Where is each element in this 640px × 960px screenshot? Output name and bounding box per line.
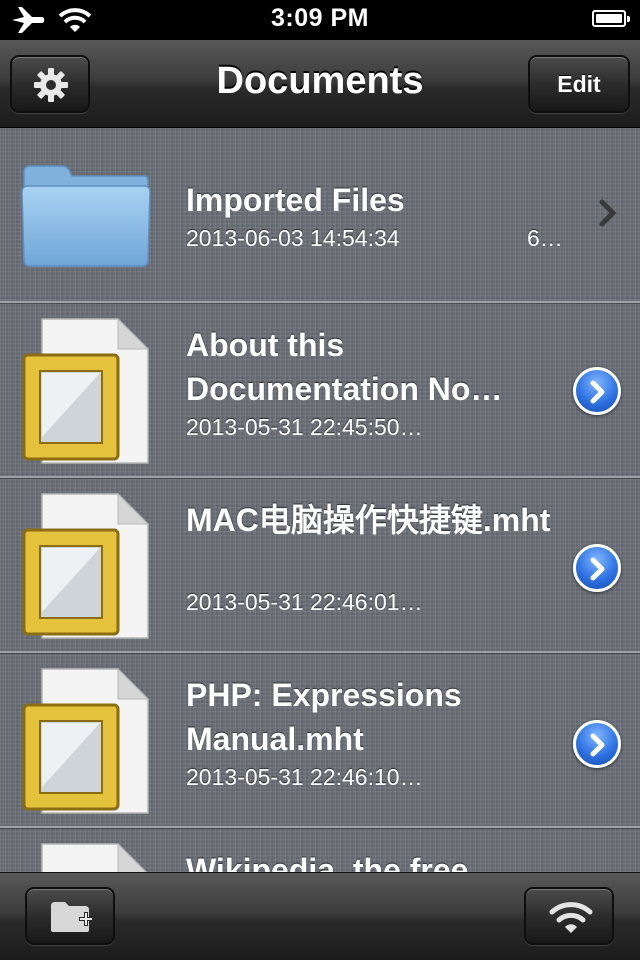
list-item-document[interactable]: PHP: Expressions Manual.mht 2013-05-31 2… — [0, 653, 640, 828]
document-list: Imported Files 2013-06-03 14:54:34 6… Ab… — [0, 128, 640, 872]
folder-icon — [21, 165, 151, 267]
document-image-icon — [22, 317, 150, 464]
navigation-bar: Documents Edit — [0, 40, 640, 128]
wifi-transfer-button[interactable] — [524, 887, 614, 945]
status-bar: 3:09 PM — [0, 0, 640, 40]
item-size: 6… — [527, 225, 563, 251]
item-date: 2013-05-31 22:46:10… — [186, 764, 423, 790]
chevron-right-icon — [590, 380, 605, 404]
list-item-document[interactable]: Wikipedia, the free — [0, 828, 640, 872]
list-item-imported-files[interactable]: Imported Files 2013-06-03 14:54:34 6… — [0, 128, 640, 303]
detail-disclosure-button[interactable] — [573, 367, 621, 415]
detail-disclosure-button[interactable] — [573, 544, 621, 592]
item-title: PHP: Expressions Manual.mht — [186, 677, 462, 757]
list-item-document[interactable]: About this Documentation No… 2013-05-31 … — [0, 303, 640, 478]
chevron-right-icon — [599, 199, 617, 227]
chevron-right-icon — [590, 557, 605, 581]
bottom-toolbar — [0, 872, 640, 960]
item-date: 2013-05-31 22:46:01… — [186, 589, 423, 615]
edit-button[interactable]: Edit — [528, 55, 630, 113]
list-item-document[interactable]: MAC电脑操作快捷键.mht 2013-05-31 22:46:01… — [0, 478, 640, 653]
chevron-right-icon — [590, 733, 605, 757]
document-image-icon — [22, 492, 150, 639]
status-time: 3:09 PM — [271, 4, 369, 32]
item-title: Imported Files — [186, 182, 405, 218]
new-folder-button[interactable] — [25, 887, 115, 945]
document-image-icon — [41, 842, 148, 872]
new-folder-icon — [51, 902, 93, 932]
item-date: 2013-05-31 22:45:50… — [186, 414, 423, 440]
item-title: MAC电脑操作快捷键.mht — [186, 502, 551, 538]
item-title: About this Documentation No… — [186, 327, 503, 407]
item-title: Wikipedia, the free — [186, 852, 469, 872]
wifi-icon — [549, 902, 593, 933]
item-date: 2013-06-03 14:54:34 — [186, 225, 400, 251]
battery-icon — [592, 10, 630, 27]
detail-disclosure-button[interactable] — [573, 720, 621, 768]
document-image-icon — [22, 667, 150, 814]
